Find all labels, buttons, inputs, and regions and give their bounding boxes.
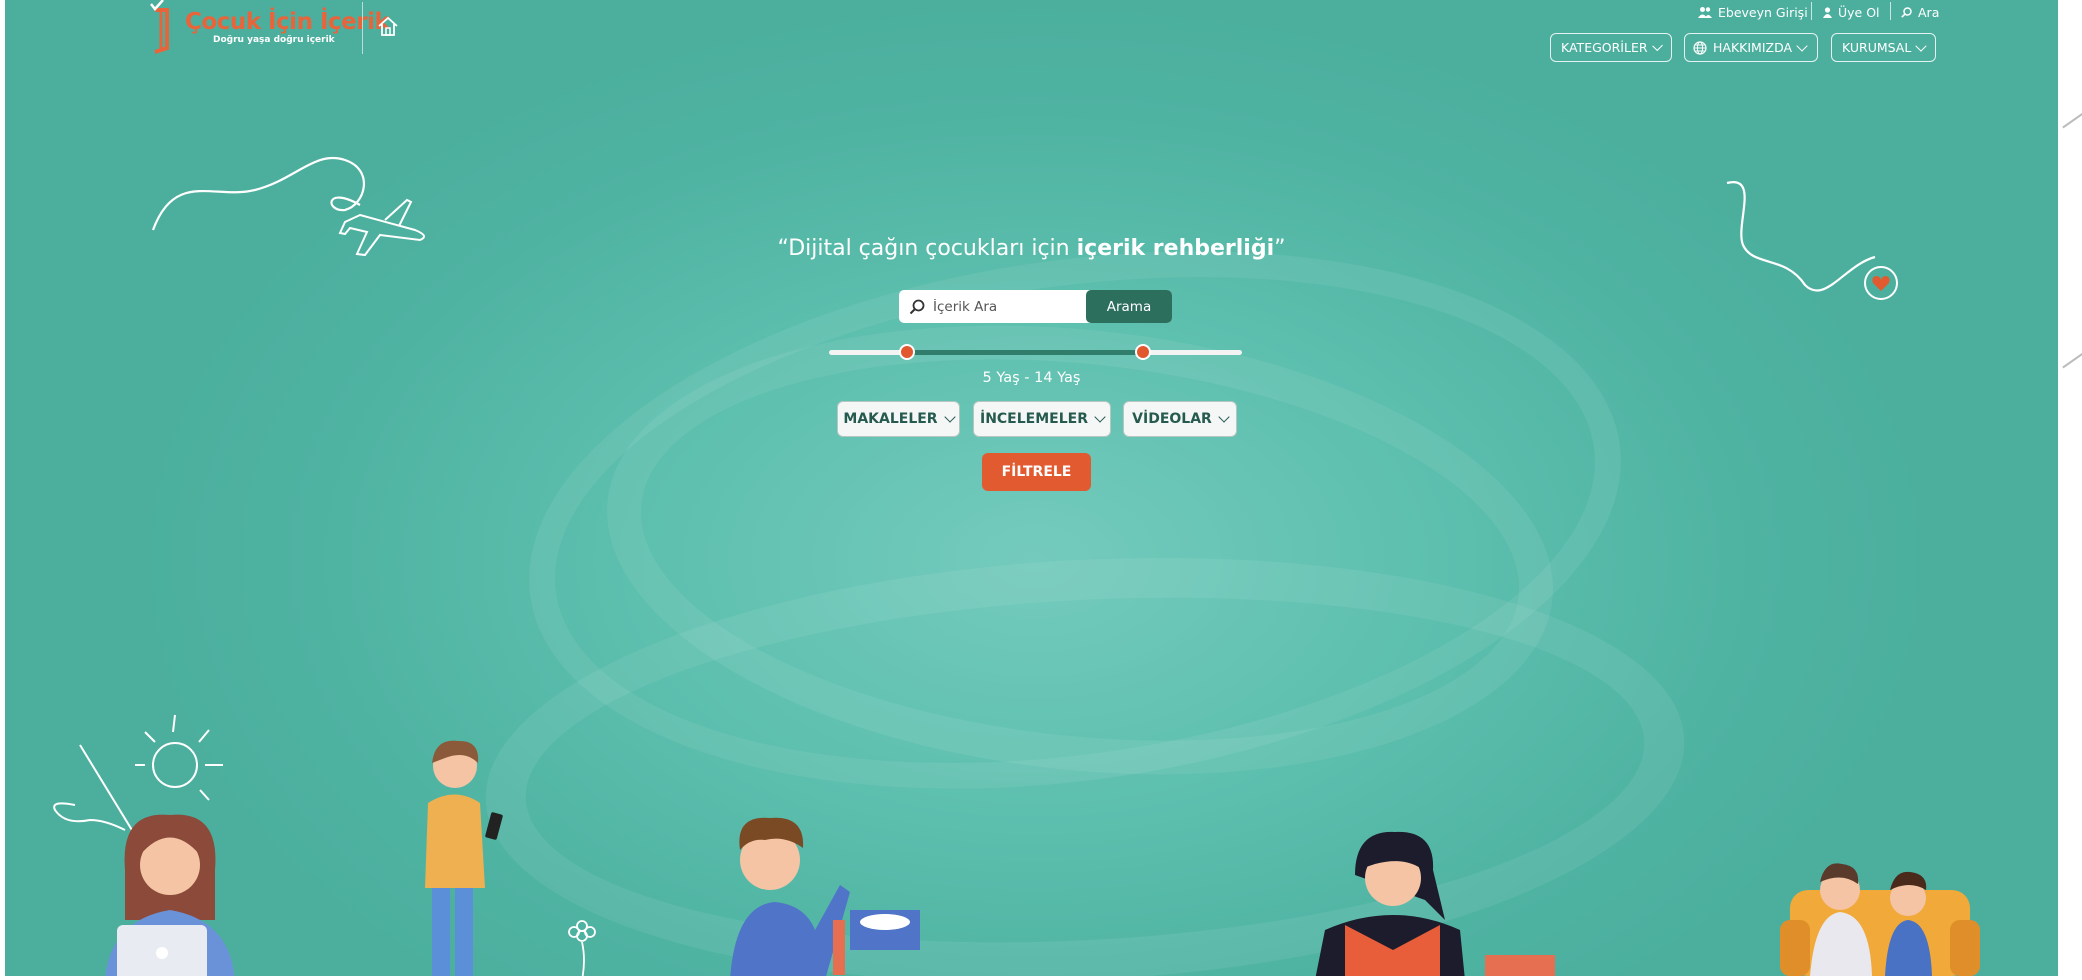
header-divider: [362, 2, 363, 54]
hero-tagline: “Dijital çağın çocukları için içerik reh…: [5, 236, 2058, 261]
nav-categories-label: KATEGORİLER: [1561, 40, 1648, 55]
logo-mark-icon: [150, 0, 169, 54]
search-submit-button[interactable]: Arama: [1086, 290, 1172, 323]
videos-filter-dropdown[interactable]: VİDEOLAR: [1123, 401, 1237, 437]
nav-corporate-dropdown[interactable]: KURUMSAL: [1831, 33, 1936, 62]
reviews-filter-label: İNCELEMELER: [979, 411, 1088, 427]
nav-about-label: HAKKIMIZDA: [1713, 40, 1793, 55]
logo-subtitle: Doğru yaşa doğru içerik: [213, 35, 335, 45]
home-button[interactable]: [375, 14, 403, 42]
search-icon: [909, 299, 925, 315]
age-range-label: 5 Yaş - 14 Yaş: [982, 370, 1081, 386]
age-slider-range: [907, 350, 1143, 355]
globe-icon: [1693, 40, 1707, 55]
chevron-down-icon: [1915, 39, 1927, 52]
hero-section: Çocuk İçin İçerik Doğru yaşa doğru içeri…: [5, 0, 2058, 976]
reviews-filter-dropdown[interactable]: İNCELEMELER: [973, 401, 1111, 437]
flower-doodle-icon: [568, 920, 596, 976]
nav-about-dropdown[interactable]: HAKKIMIZDA: [1684, 33, 1818, 62]
search-link-label: Ara: [1918, 4, 1940, 20]
age-slider-max-thumb[interactable]: [1134, 344, 1151, 360]
chevron-down-icon: [1651, 40, 1663, 51]
home-icon: [378, 16, 398, 36]
window-edge-decoration: [2062, 109, 2082, 128]
toplink-separator: [1811, 2, 1812, 20]
browser-viewport: Çocuk İçin İçerik Doğru yaşa doğru içeri…: [0, 0, 2082, 980]
tagline-close-quote: ”: [1274, 236, 1286, 261]
parent-login-label: Ebeveyn Girişi: [1718, 4, 1808, 20]
signup-link[interactable]: Üye Ol: [1823, 2, 1880, 22]
chevron-down-icon: [1796, 39, 1808, 52]
content-search-input[interactable]: [933, 294, 1083, 319]
girl-with-phone-illustration: [425, 740, 503, 976]
nav-categories-dropdown[interactable]: KATEGORİLER: [1550, 33, 1672, 62]
nav-corporate-label: KURUMSAL: [1842, 40, 1912, 55]
toplink-separator: [1890, 2, 1891, 20]
chevron-down-icon: [1218, 411, 1230, 423]
boy-playing-blocks-illustration: [730, 817, 920, 976]
search-link[interactable]: Ara: [1901, 2, 1939, 22]
filter-submit-button[interactable]: FİLTRELE: [982, 453, 1091, 491]
users-icon: [1698, 7, 1712, 18]
articles-filter-label: MAKALELER: [843, 411, 938, 427]
chevron-down-icon: [943, 411, 956, 423]
girl-with-laptop-illustration: [105, 814, 235, 976]
tagline-bold-text: içerik rehberliği: [1076, 236, 1275, 261]
articles-filter-dropdown[interactable]: MAKALELER: [837, 401, 960, 437]
logo-title: Çocuk İçin İçerik: [185, 9, 390, 35]
tagline-text: “Dijital çağın çocukları için: [777, 236, 1077, 261]
parent-login-link[interactable]: Ebeveyn Girişi: [1698, 2, 1808, 22]
window-edge-decoration: [2062, 349, 2082, 368]
family-on-sofa-illustration: [1780, 863, 1980, 976]
chevron-down-icon: [1094, 411, 1106, 423]
videos-filter-label: VİDEOLAR: [1132, 411, 1212, 427]
site-logo[interactable]: Çocuk İçin İçerik Doğru yaşa doğru içeri…: [145, 0, 390, 58]
girl-reading-book-illustration: [1315, 831, 1555, 976]
search-icon: [1901, 6, 1912, 18]
user-icon: [1823, 6, 1832, 18]
signup-label: Üye Ol: [1838, 4, 1880, 20]
